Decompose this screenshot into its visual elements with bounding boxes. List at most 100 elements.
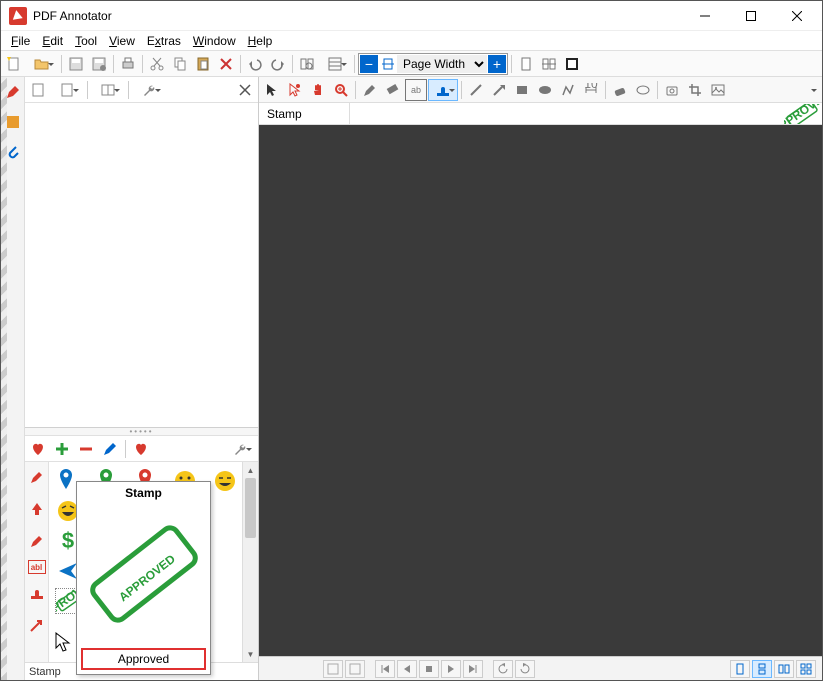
main-toolbar: − Page Width + xyxy=(1,51,822,77)
tool-snapshot[interactable] xyxy=(661,79,683,101)
tool-line[interactable] xyxy=(465,79,487,101)
view-two[interactable] xyxy=(774,660,794,678)
tool-arrow[interactable] xyxy=(488,79,510,101)
open-button[interactable] xyxy=(26,53,58,75)
cat-stamp[interactable] xyxy=(25,580,49,606)
stamp-grin[interactable] xyxy=(214,468,236,494)
page-preview xyxy=(25,103,258,428)
fullscreen-button[interactable] xyxy=(561,53,583,75)
tool-ellipse[interactable] xyxy=(534,79,556,101)
zoom-control[interactable]: − Page Width + xyxy=(358,53,508,75)
tool-lasso[interactable] xyxy=(284,79,306,101)
paste-button[interactable] xyxy=(192,53,214,75)
tool-image[interactable] xyxy=(707,79,729,101)
tool-stamp[interactable] xyxy=(428,79,458,101)
page-drop[interactable] xyxy=(51,79,83,101)
left-tab-strip xyxy=(1,77,25,680)
tool-pen[interactable] xyxy=(359,79,381,101)
nav-back[interactable] xyxy=(493,660,513,678)
tool-zoom[interactable] xyxy=(330,79,352,101)
tool-dimension[interactable]: 10 xyxy=(580,79,602,101)
nav-forward[interactable] xyxy=(515,660,535,678)
edit-fav-button[interactable] xyxy=(99,438,121,460)
add-fav-button[interactable] xyxy=(51,438,73,460)
tooltip-label: Approved xyxy=(81,648,206,670)
nav-last[interactable] xyxy=(463,660,483,678)
menu-view[interactable]: View xyxy=(103,33,141,49)
nav-stop[interactable] xyxy=(419,660,439,678)
tool-eraser[interactable] xyxy=(609,79,631,101)
close-side-button[interactable] xyxy=(234,79,256,101)
view-continuous[interactable] xyxy=(752,660,772,678)
delete-button[interactable] xyxy=(215,53,237,75)
status-bar xyxy=(259,656,822,680)
tab-pen[interactable] xyxy=(1,79,25,105)
print-button[interactable] xyxy=(117,53,139,75)
maximize-button[interactable] xyxy=(728,1,774,31)
close-button[interactable] xyxy=(774,1,820,31)
two-page-button[interactable] xyxy=(538,53,560,75)
app-logo xyxy=(9,7,27,25)
new-button[interactable] xyxy=(3,53,25,75)
single-page-button[interactable] xyxy=(515,53,537,75)
nav-first[interactable] xyxy=(375,660,395,678)
zoom-in-icon[interactable]: + xyxy=(488,55,506,73)
zoom-select[interactable]: Page Width xyxy=(397,55,487,73)
tool-more[interactable] xyxy=(790,79,820,101)
splitter[interactable]: ••••• xyxy=(25,428,258,436)
nav-next[interactable] xyxy=(441,660,461,678)
favorites-category-strip: abl xyxy=(25,462,49,662)
toolinfo-label: Stamp xyxy=(259,103,350,124)
redo-button[interactable] xyxy=(267,53,289,75)
toolinfo-preview: APPROVED xyxy=(782,103,822,125)
menu-tool[interactable]: Tool xyxy=(69,33,103,49)
wrench-drop[interactable] xyxy=(133,79,165,101)
page-icon[interactable] xyxy=(27,79,49,101)
nav-thumb2[interactable] xyxy=(345,660,365,678)
menu-edit[interactable]: Edit xyxy=(36,33,69,49)
save-button[interactable] xyxy=(65,53,87,75)
cat-text[interactable]: abl xyxy=(28,560,46,574)
stamp-pin-blue[interactable] xyxy=(55,468,77,494)
menu-extras[interactable]: Extras xyxy=(141,33,187,49)
cat-pen[interactable] xyxy=(25,464,49,490)
menu-help[interactable]: Help xyxy=(242,33,279,49)
tool-select[interactable] xyxy=(261,79,283,101)
undo-button[interactable] xyxy=(244,53,266,75)
view-single[interactable] xyxy=(730,660,750,678)
favorites-toolbar xyxy=(25,436,258,462)
layout-button[interactable] xyxy=(319,53,351,75)
fit-width-icon xyxy=(379,57,397,71)
save-as-button[interactable] xyxy=(88,53,110,75)
fav-wrench-drop[interactable] xyxy=(224,438,256,460)
tool-text[interactable]: ab xyxy=(405,79,427,101)
nav-thumb1[interactable] xyxy=(323,660,343,678)
tool-crop[interactable] xyxy=(684,79,706,101)
tool-marker[interactable] xyxy=(382,79,404,101)
copy-button[interactable] xyxy=(169,53,191,75)
find-button[interactable] xyxy=(296,53,318,75)
remove-fav-button[interactable] xyxy=(75,438,97,460)
tab-note[interactable] xyxy=(1,109,25,135)
menu-window[interactable]: Window xyxy=(187,33,242,49)
nav-prev[interactable] xyxy=(397,660,417,678)
zoom-out-icon[interactable]: − xyxy=(360,55,378,73)
tool-hand[interactable] xyxy=(307,79,329,101)
fav-heart-icon[interactable] xyxy=(27,438,49,460)
minimize-button[interactable] xyxy=(682,1,728,31)
tooltip-preview: APPROVED xyxy=(77,504,210,644)
tool-polyline[interactable] xyxy=(557,79,579,101)
tool-whiteout[interactable] xyxy=(632,79,654,101)
favorites-scrollbar[interactable]: ▲ ▼ xyxy=(242,462,258,662)
tool-rect[interactable] xyxy=(511,79,533,101)
book-drop[interactable] xyxy=(92,79,124,101)
view-two-cont[interactable] xyxy=(796,660,816,678)
cut-button[interactable] xyxy=(146,53,168,75)
cat-arrow-up[interactable] xyxy=(25,496,49,522)
cat-arrow[interactable] xyxy=(25,612,49,638)
document-canvas[interactable] xyxy=(259,125,822,656)
cat-pencil[interactable] xyxy=(25,528,49,554)
tab-attachment[interactable] xyxy=(1,139,25,165)
fav-heart2-icon[interactable] xyxy=(130,438,152,460)
menu-file[interactable]: File xyxy=(5,33,36,49)
